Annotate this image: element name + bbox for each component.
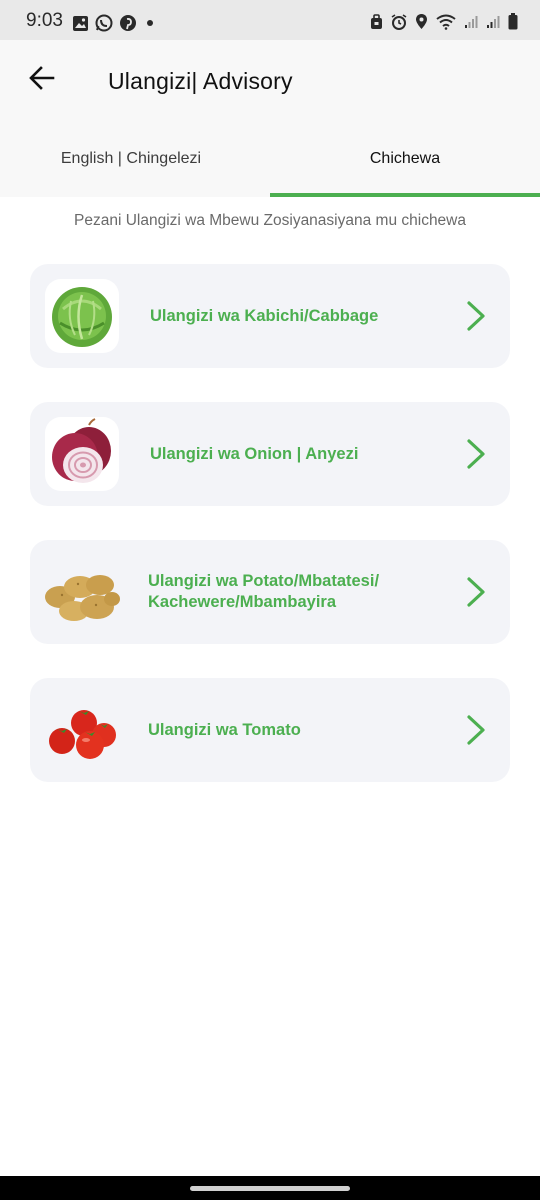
arrow-left-icon xyxy=(29,65,55,95)
system-navigation-bar xyxy=(0,1176,540,1200)
chevron-right-icon xyxy=(464,300,488,332)
chevron-right-icon xyxy=(464,576,488,608)
card-label: Ulangizi wa Tomato xyxy=(148,721,301,739)
tab-label: English | Chingelezi xyxy=(60,150,202,167)
page-title: Ulangizi| Advisory xyxy=(108,68,293,94)
advisory-card-cabbage[interactable]: Ulangizi wa Kabichi/Cabbage xyxy=(30,264,510,368)
dot-icon xyxy=(143,16,157,30)
lock-icon xyxy=(370,13,383,30)
onion-image xyxy=(45,417,119,491)
whatsapp-icon xyxy=(95,14,113,32)
battery-icon xyxy=(508,13,518,30)
language-tabs: English | Chingelezi Chichewa xyxy=(0,122,540,197)
status-bar: 9:03 xyxy=(0,0,540,40)
signal-icon xyxy=(486,14,500,29)
cabbage-image xyxy=(45,279,119,353)
advisory-card-potato[interactable]: Ulangizi wa Potato/Mbatatesi/ Kachewere/… xyxy=(30,540,510,644)
pinterest-icon xyxy=(119,14,137,32)
app-bar: Ulangizi| Advisory xyxy=(0,40,540,122)
potato-image xyxy=(42,555,122,629)
tab-selected-indicator xyxy=(270,193,540,197)
status-time: 9:03 xyxy=(26,10,63,31)
wifi-icon xyxy=(436,14,456,30)
back-button[interactable] xyxy=(22,60,62,100)
signal-icon xyxy=(464,14,478,29)
tab-chichewa[interactable]: Chichewa xyxy=(270,122,540,197)
tab-label: Chichewa xyxy=(369,150,441,167)
card-label: Ulangizi wa Onion | Anyezi xyxy=(150,445,359,463)
home-indicator[interactable] xyxy=(190,1186,350,1191)
chevron-right-icon xyxy=(464,438,488,470)
tomato-image xyxy=(42,693,122,767)
card-label: Ulangizi wa Kabichi/Cabbage xyxy=(150,307,379,325)
advisory-card-onion[interactable]: Ulangizi wa Onion | Anyezi xyxy=(30,402,510,506)
location-icon xyxy=(415,13,428,30)
advisory-card-tomato[interactable]: Ulangizi wa Tomato xyxy=(30,678,510,782)
gallery-icon xyxy=(72,15,89,32)
page-subtitle: Pezani Ulangizi wa Mbewu Zosiyanasiyana … xyxy=(74,212,466,229)
status-notification-icons xyxy=(72,14,157,32)
card-label: Ulangizi wa Potato/Mbatatesi/ Kachewere/… xyxy=(148,572,380,611)
status-system-icons xyxy=(370,13,518,30)
alarm-icon xyxy=(391,13,407,30)
tab-english[interactable]: English | Chingelezi xyxy=(0,122,270,197)
chevron-right-icon xyxy=(464,714,488,746)
